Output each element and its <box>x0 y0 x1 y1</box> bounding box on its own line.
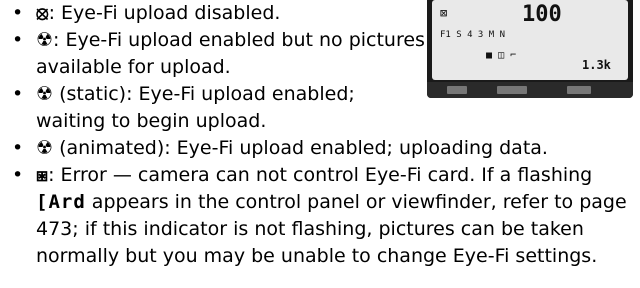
eyefi-enabled-icon: ☢ <box>36 29 54 51</box>
eyefi-static-icon: ☢ <box>36 83 54 105</box>
list-item-disabled: • ⦻: Eye-Fi upload disabled. <box>6 0 426 27</box>
bullet: • <box>12 2 24 24</box>
item-text: (animated): Eye-Fi upload enabled; uploa… <box>53 137 548 159</box>
list-item-static: • ☢ (static): Eye-Fi upload enabled; wai… <box>6 81 426 135</box>
card-indicator: [Ard <box>36 191 86 213</box>
bullet: • <box>12 29 24 51</box>
eyefi-animated-icon: ☢ <box>36 137 54 159</box>
list-item-error: • ⧆: Error — camera can not control Eye-… <box>6 162 630 270</box>
eyefi-error-icon: ⧆ <box>36 164 49 186</box>
list-item-animated: • ☢ (animated): Eye-Fi upload enabled; u… <box>6 135 630 162</box>
item-text-b: appears in the control panel or viewfind… <box>36 191 627 267</box>
item-text: (static): Eye-Fi upload enabled; waiting… <box>36 83 355 132</box>
bullet: • <box>12 137 24 159</box>
bullet: • <box>12 164 24 186</box>
bullet: • <box>12 83 24 105</box>
list-item-no-pictures: • ☢: Eye-Fi upload enabled but no pictur… <box>6 27 426 81</box>
eyefi-indicator-list: • ⦻: Eye-Fi upload disabled. • ☢: Eye-Fi… <box>6 0 630 270</box>
item-text: : Eye-Fi upload disabled. <box>48 2 281 24</box>
item-text-a: : Error — camera can not control Eye-Fi … <box>48 164 593 186</box>
eyefi-disabled-icon: ⦻ <box>36 2 49 24</box>
item-text: : Eye-Fi upload enabled but no pictures … <box>36 29 425 78</box>
